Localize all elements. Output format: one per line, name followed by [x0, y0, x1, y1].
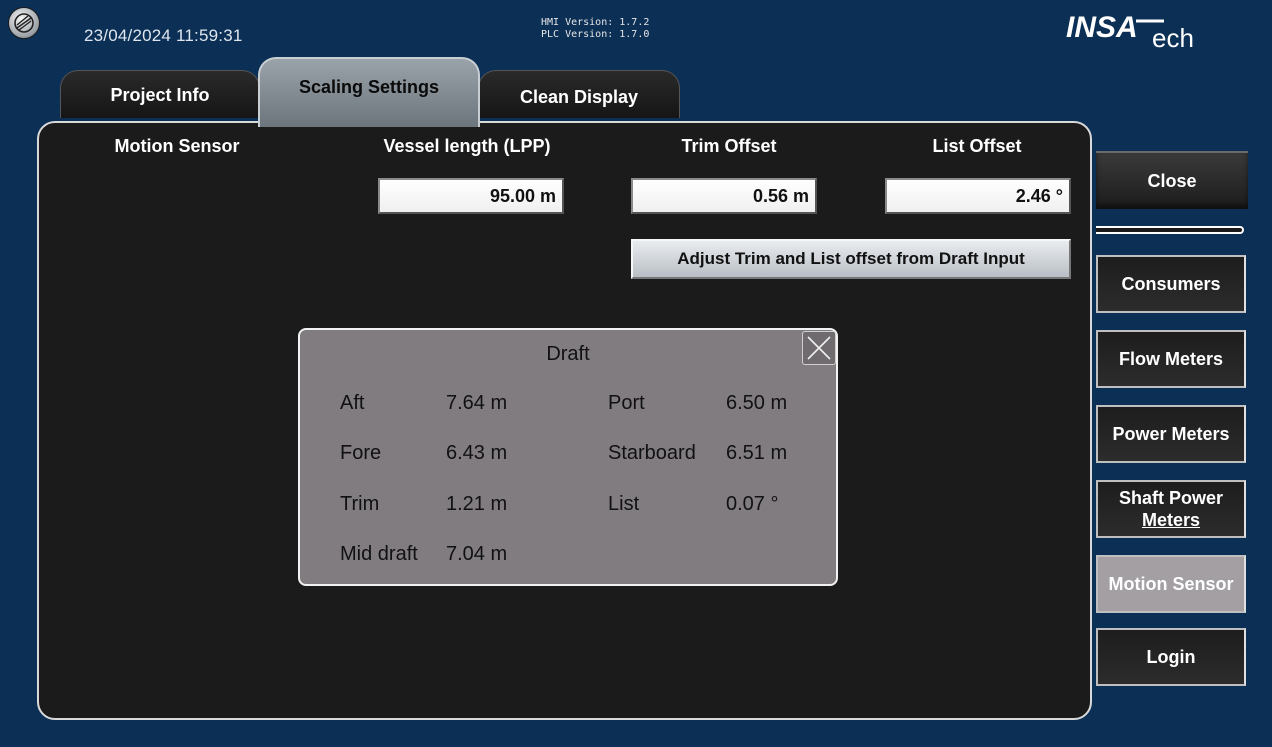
- draft-fore-value: 6.43 m: [446, 442, 508, 464]
- nav-shaft-power-meters[interactable]: Shaft Power Meters: [1096, 480, 1246, 538]
- nav-flow-meters[interactable]: Flow Meters: [1096, 330, 1246, 388]
- draft-fore-label: Fore: [340, 442, 382, 464]
- tab-clean-display[interactable]: Clean Display: [478, 70, 680, 118]
- draft-port-value: 6.50 m: [726, 392, 788, 414]
- trim-offset-label: Trim Offset: [681, 136, 777, 156]
- vessel-length-field[interactable]: 95.00 m: [378, 178, 564, 214]
- draft-starboard-label: Starboard: [608, 442, 696, 464]
- plc-version-text: PLC Version: 1.7.0: [541, 29, 650, 40]
- tab-project-info[interactable]: Project Info: [60, 70, 260, 118]
- draft-dialog-title: Draft: [546, 343, 590, 365]
- side-divider: [1096, 226, 1244, 234]
- brand-logo-mark: INSA: [1066, 11, 1138, 44]
- draft-list-value: 0.07 °: [726, 493, 779, 515]
- hmi-version-text: HMI Version: 1.7.2: [541, 17, 650, 28]
- list-offset-field[interactable]: 2.46 °: [885, 178, 1071, 214]
- scaling-settings-panel: Motion Sensor Vessel length (LPP) Trim O…: [37, 121, 1092, 720]
- motion-sensor-heading: Motion Sensor: [114, 136, 240, 156]
- draft-list-label: List: [608, 493, 640, 515]
- draft-aft-value: 7.64 m: [446, 392, 508, 414]
- draft-port-label: Port: [608, 392, 645, 414]
- nav-shaft-power-meters-line1: Shaft Power: [1118, 488, 1224, 508]
- draft-aft-label: Aft: [340, 392, 365, 414]
- app-logo-icon[interactable]: [8, 7, 40, 39]
- tab-scaling-settings[interactable]: Scaling Settings: [258, 57, 480, 127]
- close-icon: [807, 336, 831, 360]
- nav-login[interactable]: Login: [1096, 628, 1246, 686]
- trim-offset-field[interactable]: 0.56 m: [631, 178, 817, 214]
- datetime-display: 23/04/2024 11:59:31: [84, 26, 243, 45]
- draft-mid-label: Mid draft: [340, 543, 418, 565]
- draft-dialog: Draft Aft 7.64 m Fore 6.43 m Trim 1.21 m…: [298, 328, 838, 586]
- nav-shaft-power-meters-line2: Meters: [1141, 510, 1201, 530]
- brand-logo-suffix: ech: [1152, 23, 1194, 51]
- nav-consumers[interactable]: Consumers: [1096, 255, 1246, 313]
- dialog-close-button[interactable]: [802, 331, 836, 365]
- vessel-length-label: Vessel length (LPP): [383, 136, 551, 156]
- adjust-trim-list-button[interactable]: Adjust Trim and List offset from Draft I…: [631, 239, 1071, 279]
- draft-trim-value: 1.21 m: [446, 493, 508, 515]
- draft-starboard-value: 6.51 m: [726, 442, 788, 464]
- globe-icon: [14, 13, 34, 33]
- draft-mid-value: 7.04 m: [446, 543, 508, 565]
- brand-logo: INSA ech: [1066, 11, 1194, 51]
- draft-trim-label: Trim: [340, 493, 380, 515]
- nav-power-meters[interactable]: Power Meters: [1096, 405, 1246, 463]
- nav-motion-sensor[interactable]: Motion Sensor: [1096, 555, 1246, 613]
- list-offset-label: List Offset: [932, 136, 1022, 156]
- close-button[interactable]: Close: [1096, 151, 1248, 209]
